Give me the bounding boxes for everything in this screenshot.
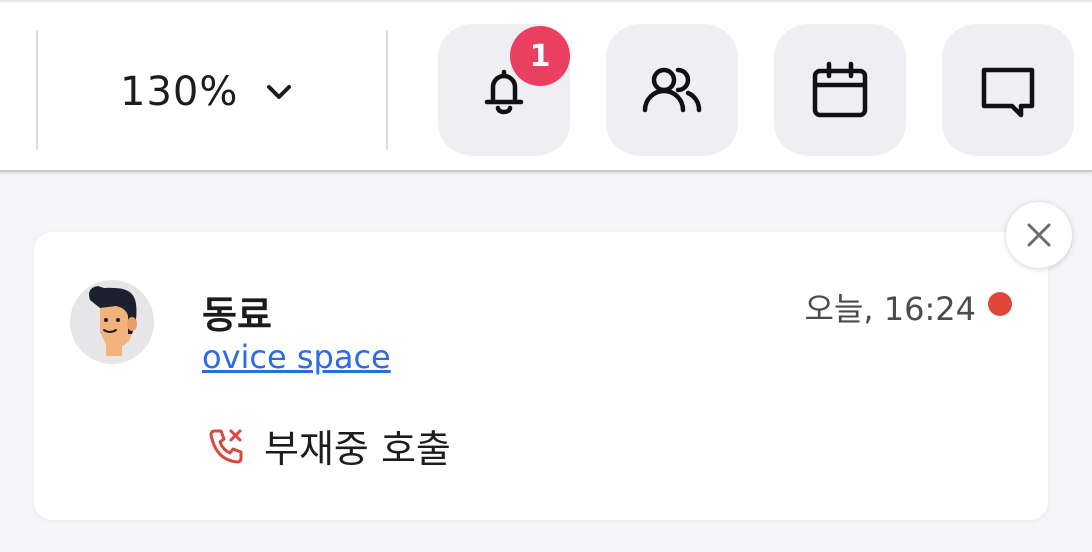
chat-button[interactable] bbox=[942, 24, 1074, 156]
notification-message: 부재중 호출 bbox=[264, 427, 451, 471]
chat-icon bbox=[981, 67, 1035, 118]
notification-count-badge: 1 bbox=[510, 26, 570, 86]
toolbar-divider bbox=[386, 30, 388, 150]
calendar-button[interactable] bbox=[774, 24, 906, 156]
missed-call-row: 부재중 호출 bbox=[206, 418, 451, 473]
members-button[interactable] bbox=[606, 24, 738, 156]
close-icon bbox=[1027, 223, 1051, 247]
zoom-dropdown[interactable]: 130% bbox=[120, 52, 294, 132]
users-icon bbox=[642, 67, 702, 113]
top-toolbar: 130% 1 bbox=[0, 0, 1092, 172]
missed-call-icon bbox=[209, 429, 243, 463]
space-link[interactable]: ovice space bbox=[202, 338, 391, 376]
toolbar-divider bbox=[36, 30, 38, 150]
sender-name: 동료 bbox=[202, 293, 272, 337]
notification-card[interactable]: 동료 ovice space 오늘, 16:24 부재중 호출 bbox=[34, 232, 1048, 520]
avatar-face-icon bbox=[89, 286, 137, 356]
calendar-icon bbox=[812, 61, 868, 118]
zoom-value: 130% bbox=[120, 69, 239, 115]
close-notification-button[interactable] bbox=[1006, 202, 1072, 268]
timestamp: 오늘, 16:24 bbox=[804, 290, 976, 328]
chevron-down-icon bbox=[267, 85, 292, 99]
unread-indicator bbox=[988, 292, 1012, 316]
avatar bbox=[70, 280, 154, 364]
